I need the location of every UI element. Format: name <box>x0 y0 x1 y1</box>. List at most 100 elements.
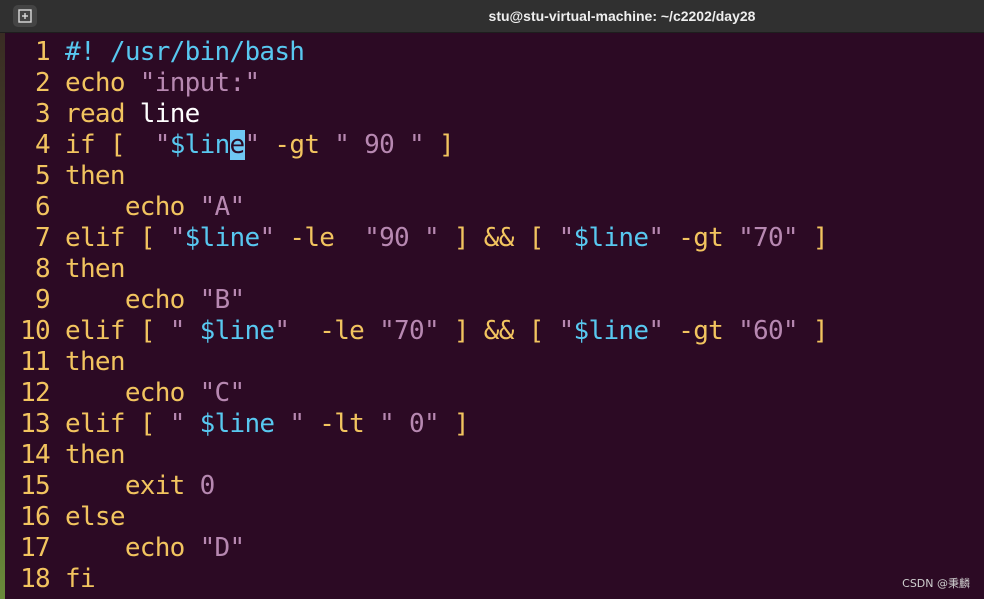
code-line[interactable]: 12 echo "C" <box>5 378 984 409</box>
code-line[interactable]: 6 echo "A" <box>5 192 984 223</box>
code-token: -le <box>289 316 380 346</box>
code-token: then <box>65 254 126 284</box>
code-line[interactable]: 8 then <box>5 254 984 285</box>
line-number: 4 <box>35 130 51 160</box>
code-token: then <box>65 440 126 470</box>
line-number: 9 <box>35 285 51 315</box>
code-line[interactable]: 13 elif [ " $line " -lt " 0" ] <box>5 409 984 440</box>
code-token: elif [ <box>65 223 170 253</box>
line-number: 10 <box>20 316 51 346</box>
line-number: 7 <box>35 223 51 253</box>
code-token: "A" <box>199 192 246 222</box>
code-token: echo <box>65 533 200 563</box>
code-token: elif [ <box>65 316 170 346</box>
code-token: #! /usr/bin/bash <box>65 37 305 67</box>
code-token: " <box>169 316 200 346</box>
line-number: 2 <box>35 68 51 98</box>
code-token: $lin <box>169 130 231 160</box>
code-line[interactable]: 9 echo "B" <box>5 285 984 316</box>
title-bar: stu@stu-virtual-machine: ~/c2202/day28 <box>0 0 984 33</box>
line-number: 1 <box>35 37 51 67</box>
code-token: ] <box>797 316 829 346</box>
code-token: echo <box>65 68 140 98</box>
code-line[interactable]: 5 then <box>5 161 984 192</box>
code-line[interactable]: 18 fi <box>5 564 984 595</box>
code-token: " <box>558 316 575 346</box>
code-token: "70" <box>379 316 440 346</box>
code-token: $line <box>573 316 649 346</box>
code-token: ] && [ <box>438 223 559 253</box>
code-token: then <box>65 161 126 191</box>
code-token: " <box>558 223 575 253</box>
line-number: 12 <box>20 378 51 408</box>
watermark: CSDN @秉麟 <box>902 577 970 590</box>
code-token: $line <box>199 316 275 346</box>
code-line[interactable]: 14 then <box>5 440 984 471</box>
code-token: echo <box>65 285 200 315</box>
code-token: " <box>154 130 171 160</box>
code-token: -gt <box>259 130 335 160</box>
code-token: if [ <box>65 130 155 160</box>
code-token: -le <box>274 223 365 253</box>
code-token: echo <box>65 192 200 222</box>
code-token: " <box>648 223 664 253</box>
line-number: 16 <box>20 502 51 532</box>
window-title: stu@stu-virtual-machine: ~/c2202/day28 <box>488 8 756 24</box>
code-token: "C" <box>199 378 246 408</box>
line-number: 11 <box>20 347 51 377</box>
code-token: $line <box>573 223 649 253</box>
code-token: " <box>648 316 664 346</box>
code-token: " <box>274 409 305 439</box>
code-token: " <box>169 223 186 253</box>
line-number: 6 <box>35 192 51 222</box>
code-line[interactable]: 11 then <box>5 347 984 378</box>
code-token: fi <box>65 564 96 594</box>
code-token: exit <box>65 471 200 501</box>
code-token: else <box>65 502 126 532</box>
code-token: elif [ <box>65 409 170 439</box>
code-token: then <box>65 347 126 377</box>
code-token: "D" <box>199 533 246 563</box>
line-number: 17 <box>20 533 51 563</box>
code-token: ] <box>423 130 455 160</box>
code-token: "90 " <box>364 223 439 253</box>
line-number: 15 <box>20 471 51 501</box>
code-line[interactable]: 3 read line <box>5 99 984 130</box>
code-token: $line <box>184 223 260 253</box>
code-token: "70" <box>738 223 799 253</box>
code-line[interactable]: 2 echo "input:" <box>5 68 984 99</box>
code-line[interactable]: 4 if [ "$line" -gt " 90 " ] <box>5 130 984 161</box>
code-token: " <box>169 409 200 439</box>
code-token: line <box>139 99 201 129</box>
code-token: " 90 " <box>334 130 424 160</box>
code-token: -gt <box>663 223 739 253</box>
code-line[interactable]: 7 elif [ "$line" -le "90 " ] && [ "$line"… <box>5 223 984 254</box>
code-token: "60" <box>738 316 799 346</box>
vim-editor[interactable]: 1 #! /usr/bin/bash 2 echo "input:" 3 read lin… <box>5 37 984 599</box>
line-number: 13 <box>20 409 51 439</box>
code-line[interactable]: 10 elif [ " $line" -le "70" ] && [ "$line… <box>5 316 984 347</box>
line-number: 5 <box>35 161 51 191</box>
line-number: 3 <box>35 99 51 129</box>
code-token: " 0" <box>379 409 440 439</box>
code-token: ] && [ <box>438 316 559 346</box>
code-token: read <box>65 99 140 129</box>
code-line[interactable]: 1 #! /usr/bin/bash <box>5 37 984 68</box>
line-number: 18 <box>20 564 51 594</box>
code-token: echo <box>65 378 200 408</box>
code-token: "B" <box>199 285 246 315</box>
code-token: ] <box>438 409 470 439</box>
code-token: ] <box>797 223 829 253</box>
line-number: 8 <box>35 254 51 284</box>
code-line[interactable]: 17 echo "D" <box>5 533 984 564</box>
line-number: 14 <box>20 440 51 470</box>
code-token: " <box>274 316 290 346</box>
code-token: $line <box>199 409 275 439</box>
code-token: -lt <box>304 409 380 439</box>
code-line[interactable]: 16 else <box>5 502 984 533</box>
code-token: " <box>259 223 275 253</box>
code-line[interactable]: 15 exit 0 <box>5 471 984 502</box>
code-token: "input:" <box>139 68 260 98</box>
code-token: -gt <box>663 316 739 346</box>
text-cursor: e <box>229 130 245 160</box>
